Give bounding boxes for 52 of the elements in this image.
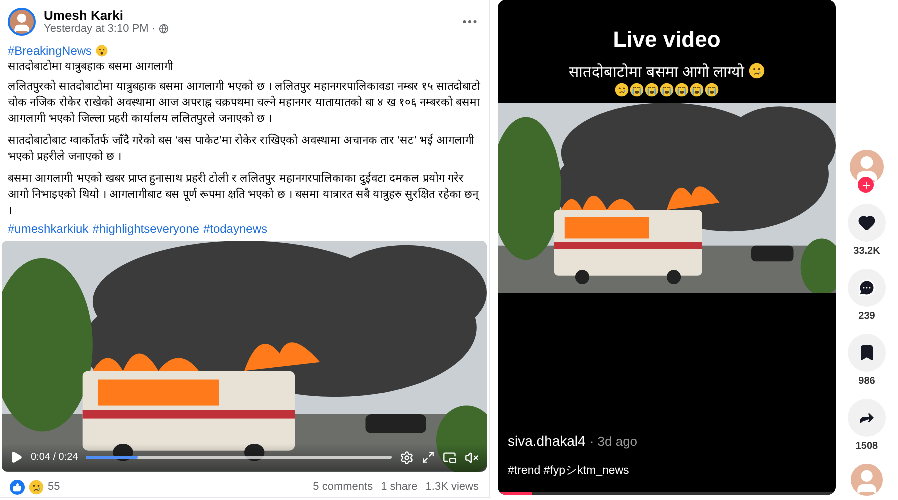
bookmark-button[interactable]	[848, 334, 886, 372]
post-stat[interactable]: 1 share	[381, 481, 418, 494]
share-button[interactable]	[848, 399, 886, 437]
fullscreen-icon[interactable]	[422, 451, 435, 464]
like-count: 33.2K	[854, 246, 880, 257]
post-stat[interactable]: 1.3K views	[426, 481, 479, 494]
comment-icon	[858, 279, 876, 297]
sobbing-face-icon	[705, 83, 719, 97]
comment-button[interactable]	[848, 269, 886, 307]
video-progress-track[interactable]	[498, 492, 836, 495]
video-progress-track[interactable]	[86, 456, 392, 460]
post-paragraph: सातदोबाटोबाट ग्वार्कोतर्फ जाँदै गरेको बस ‘बस पाकेट’मा रोकेर राखिएको अवस्थामा अचानक तार ‘सट’ भई आगलागी भएको प्रहरीले जनाएको छ ।	[8, 133, 476, 166]
hashtag-link[interactable]: #umeshkarkiuk	[8, 221, 89, 238]
crying-face-icon	[29, 480, 44, 495]
globe-icon	[158, 24, 168, 34]
sobbing-face-icon	[660, 83, 674, 97]
crying-face-icon	[615, 83, 629, 97]
post-age: · 3d ago	[590, 434, 638, 449]
heart-icon	[858, 214, 876, 232]
share-count: 1508	[856, 441, 878, 452]
play-icon[interactable]	[10, 451, 23, 464]
settings-icon[interactable]	[400, 450, 414, 465]
hashtag-link[interactable]: #highlightseveryone	[92, 221, 200, 238]
picture-in-picture-icon[interactable]	[443, 450, 457, 465]
like-button[interactable]	[848, 204, 886, 242]
post-timestamp: Yesterday at 3:10 PM ·	[44, 23, 156, 36]
mute-icon[interactable]	[465, 450, 479, 465]
hashtag-link[interactable]: #BreakingNews	[8, 43, 92, 60]
post-title: सातदोबाटोमा यात्रुबहाक बसमा आगलागी	[8, 59, 175, 76]
sobbing-face-icon	[630, 83, 644, 97]
comment-count: 239	[858, 311, 876, 322]
reaction-count[interactable]: 55	[48, 481, 60, 494]
sobbing-face-icon	[645, 83, 659, 97]
profile-avatar[interactable]	[8, 8, 36, 36]
post-paragraph: ललितपुरको सातदोबाटोमा यात्रुबहाक बसमा आगलागी भएको छ । ललितपुर महानगरपालिकावडा नम्बर १५ सातदोबाटो चोक नजिक रोकेर राखेको अवस्थामा आज अपराह्न चक्रपथमा चल्ने महानगर यातायातको बा ४ ख १०६ नम्बरको बसमा आगलागी भएको जिल्ला प्रहरी कार्यालय ललितपुरले जनाएको छ ।	[8, 79, 481, 128]
author-name[interactable]: Umesh Karki	[44, 8, 453, 24]
post-paragraph: बसमा आगलागी भएको खबर प्राप्त हुनासाथ प्रहरी टोली र ललितपुर महानगरपालिकाका दुईवटा दमकल प्रयोग गरेर आगो निभाइएको थियो । आगलागीबाट बस पूर्ण रूपमा क्षति भएको छ । बसमा यात्रारत सबै यात्रुहरु सुरक्षित रहेका छन् ।	[8, 171, 481, 220]
video-caption: #trend #fypシktm_news	[508, 464, 630, 478]
video-overlay-caption: सातदोबाटोमा बसमा आगो लाग्यो	[569, 62, 745, 81]
like-reaction-icon	[10, 480, 25, 495]
bookmark-icon	[858, 344, 876, 362]
follow-plus-icon[interactable]	[858, 177, 874, 193]
sobbing-face-icon	[675, 83, 689, 97]
post-stat[interactable]: 5 comments	[313, 481, 374, 494]
hashtag-link[interactable]: #todaynews	[203, 221, 268, 238]
username[interactable]: siva.dhakal4	[508, 433, 586, 449]
video-overlay-title: Live video	[613, 27, 721, 53]
bookmark-count: 986	[858, 376, 876, 387]
surprised-face-icon	[96, 45, 108, 58]
video-time: 0:04 / 0:24	[31, 452, 78, 464]
sobbing-face-icon	[690, 83, 704, 97]
crying-face-icon	[748, 63, 765, 79]
